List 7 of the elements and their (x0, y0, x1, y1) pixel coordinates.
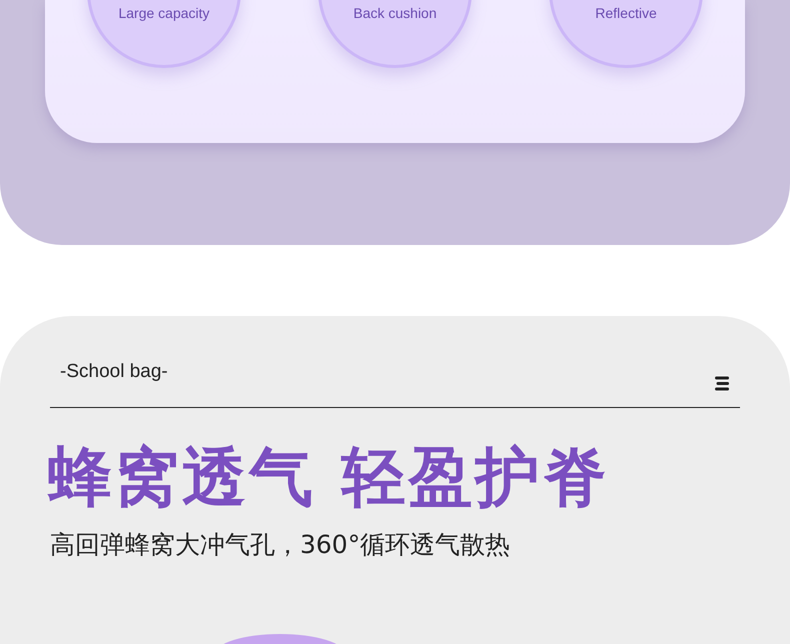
menu-icon[interactable] (714, 376, 730, 391)
feature-label: Reflective (595, 5, 657, 21)
feature-label: Back cushion (353, 5, 437, 21)
heading: 蜂窝透气 轻盈护脊 (48, 440, 610, 516)
subheading: 高回弹蜂窝大冲气孔，360°循环透气散热 (50, 529, 512, 561)
section-label: -School bag- (60, 361, 168, 383)
feature-label: Large capacity (118, 5, 210, 21)
